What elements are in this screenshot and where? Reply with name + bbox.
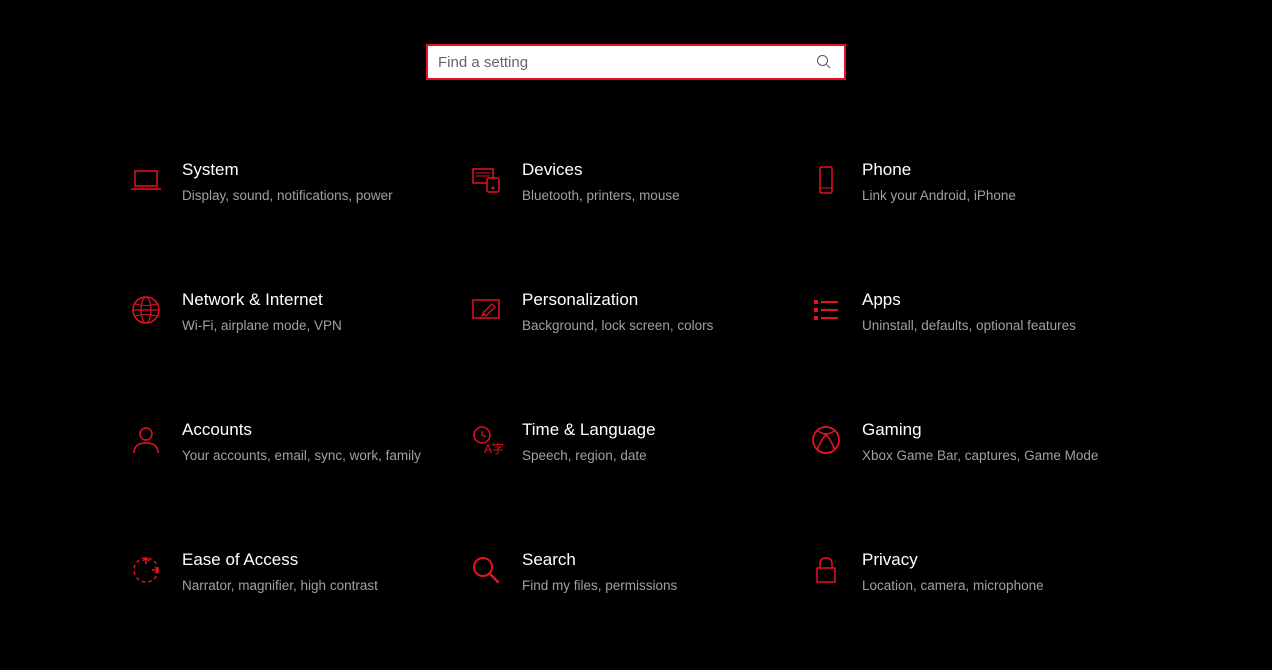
category-title: Time & Language bbox=[522, 420, 766, 440]
category-desc: Background, lock screen, colors bbox=[522, 316, 766, 336]
category-desc: Speech, region, date bbox=[522, 446, 766, 466]
apps-list-icon bbox=[806, 290, 846, 330]
category-personalization[interactable]: Personalization Background, lock screen,… bbox=[466, 280, 806, 410]
category-apps[interactable]: Apps Uninstall, defaults, optional featu… bbox=[806, 280, 1146, 410]
category-devices[interactable]: Devices Bluetooth, printers, mouse bbox=[466, 150, 806, 280]
devices-icon bbox=[466, 160, 506, 200]
category-time-language[interactable]: A字 Time & Language Speech, region, date bbox=[466, 410, 806, 540]
category-title: Search bbox=[522, 550, 766, 570]
category-gaming[interactable]: Gaming Xbox Game Bar, captures, Game Mod… bbox=[806, 410, 1146, 540]
category-search[interactable]: Search Find my files, permissions bbox=[466, 540, 806, 670]
category-title: Phone bbox=[862, 160, 1106, 180]
category-privacy[interactable]: Privacy Location, camera, microphone bbox=[806, 540, 1146, 670]
search-box[interactable] bbox=[426, 44, 846, 80]
category-desc: Wi-Fi, airplane mode, VPN bbox=[182, 316, 426, 336]
time-language-icon: A字 bbox=[466, 420, 506, 460]
laptop-icon bbox=[126, 160, 166, 200]
category-title: Apps bbox=[862, 290, 1106, 310]
svg-text:A字: A字 bbox=[484, 441, 503, 456]
category-desc: Find my files, permissions bbox=[522, 576, 766, 596]
category-ease-of-access[interactable]: Ease of Access Narrator, magnifier, high… bbox=[126, 540, 466, 670]
category-title: Gaming bbox=[862, 420, 1106, 440]
magnifier-icon bbox=[466, 550, 506, 590]
search-icon bbox=[814, 52, 834, 72]
category-title: Accounts bbox=[182, 420, 426, 440]
lock-icon bbox=[806, 550, 846, 590]
globe-icon bbox=[126, 290, 166, 330]
category-title: System bbox=[182, 160, 426, 180]
search-container bbox=[0, 0, 1272, 90]
category-desc: Uninstall, defaults, optional features bbox=[862, 316, 1106, 336]
ease-of-access-icon bbox=[126, 550, 166, 590]
category-title: Personalization bbox=[522, 290, 766, 310]
category-desc: Xbox Game Bar, captures, Game Mode bbox=[862, 446, 1106, 466]
category-phone[interactable]: Phone Link your Android, iPhone bbox=[806, 150, 1146, 280]
paintbrush-icon bbox=[466, 290, 506, 330]
category-desc: Location, camera, microphone bbox=[862, 576, 1106, 596]
category-desc: Link your Android, iPhone bbox=[862, 186, 1106, 206]
search-input[interactable] bbox=[438, 54, 814, 71]
category-title: Network & Internet bbox=[182, 290, 426, 310]
category-network[interactable]: Network & Internet Wi-Fi, airplane mode,… bbox=[126, 280, 466, 410]
person-icon bbox=[126, 420, 166, 460]
settings-categories-grid: System Display, sound, notifications, po… bbox=[0, 90, 1272, 670]
category-title: Devices bbox=[522, 160, 766, 180]
category-desc: Narrator, magnifier, high contrast bbox=[182, 576, 426, 596]
category-system[interactable]: System Display, sound, notifications, po… bbox=[126, 150, 466, 280]
category-accounts[interactable]: Accounts Your accounts, email, sync, wor… bbox=[126, 410, 466, 540]
xbox-icon bbox=[806, 420, 846, 460]
category-desc: Bluetooth, printers, mouse bbox=[522, 186, 766, 206]
category-desc: Display, sound, notifications, power bbox=[182, 186, 426, 206]
category-desc: Your accounts, email, sync, work, family bbox=[182, 446, 426, 466]
category-title: Privacy bbox=[862, 550, 1106, 570]
category-title: Ease of Access bbox=[182, 550, 426, 570]
phone-icon bbox=[806, 160, 846, 200]
